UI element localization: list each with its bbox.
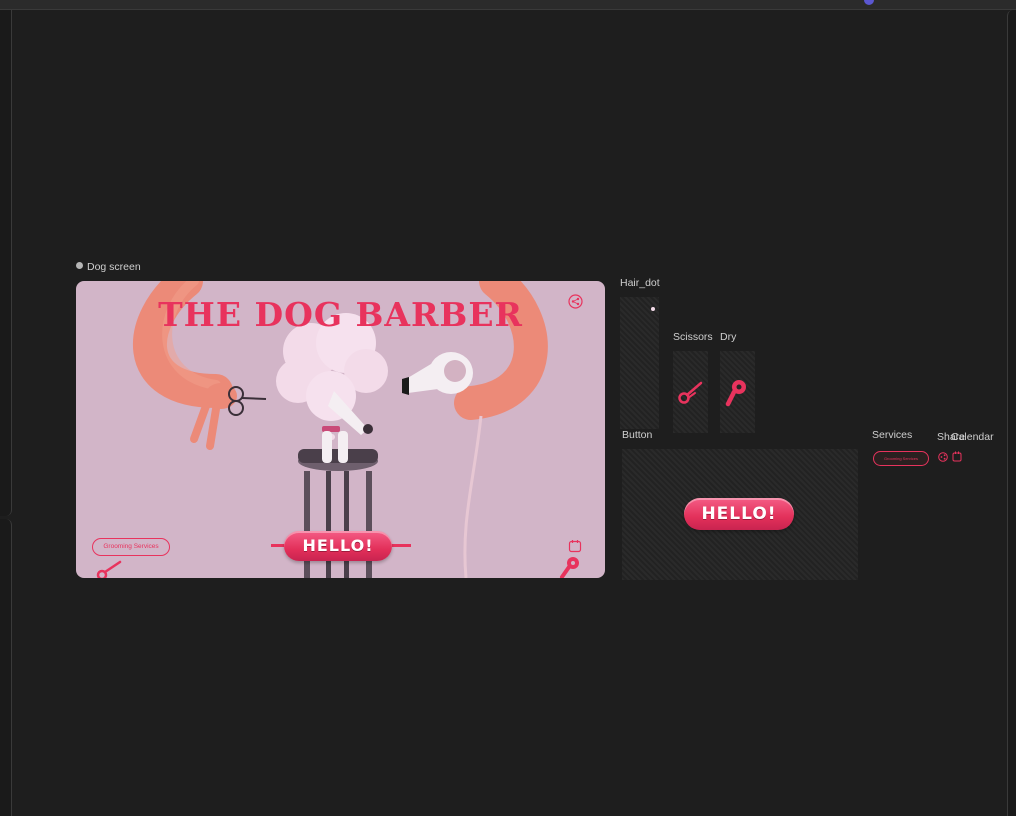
hair-dot-frame[interactable] <box>620 297 659 429</box>
calendar-icon[interactable] <box>568 539 582 553</box>
frame-label-services[interactable]: Services <box>872 429 912 441</box>
frame-label-calendar[interactable]: Calendar <box>951 431 994 443</box>
hello-button[interactable]: HELLO! <box>284 531 392 561</box>
scissors-icon <box>678 381 703 404</box>
frame-label-dry[interactable]: Dry <box>720 331 736 343</box>
hair-dot <box>651 307 655 311</box>
right-properties-panel[interactable] <box>1007 10 1016 816</box>
frame-label-dog-screen[interactable]: Dog screen <box>76 261 141 273</box>
frame-label-text: Dog screen <box>87 261 141 273</box>
hair-dryer-icon <box>725 380 746 407</box>
services-component[interactable]: Grooming Services <box>873 451 929 466</box>
dry-frame[interactable] <box>720 351 755 433</box>
user-avatar[interactable] <box>864 0 874 5</box>
scissors-frame[interactable] <box>673 351 708 433</box>
frame-label-scissors[interactable]: Scissors <box>673 331 713 343</box>
scissors-icon[interactable] <box>96 560 122 578</box>
frame-status-dot <box>76 262 83 269</box>
calendar-icon[interactable] <box>952 451 962 462</box>
frame-label-button[interactable]: Button <box>622 429 652 441</box>
hair-dryer-icon[interactable] <box>558 555 582 578</box>
grooming-services-button[interactable]: Grooming Services <box>92 538 170 556</box>
frame-label-hair-dot[interactable]: Hair_dot <box>620 277 660 289</box>
left-assets-panel[interactable] <box>0 519 12 816</box>
dog-screen-frame[interactable]: The Dog Barber Grooming Services HELLO! <box>76 281 605 578</box>
dog-screen-title: The Dog Barber <box>158 295 523 334</box>
hello-button[interactable]: HELLO! <box>684 498 794 530</box>
top-toolbar <box>0 0 1016 10</box>
share-icon[interactable] <box>938 452 948 462</box>
left-layers-panel[interactable] <box>0 10 12 516</box>
button-frame[interactable]: HELLO! <box>622 449 858 580</box>
